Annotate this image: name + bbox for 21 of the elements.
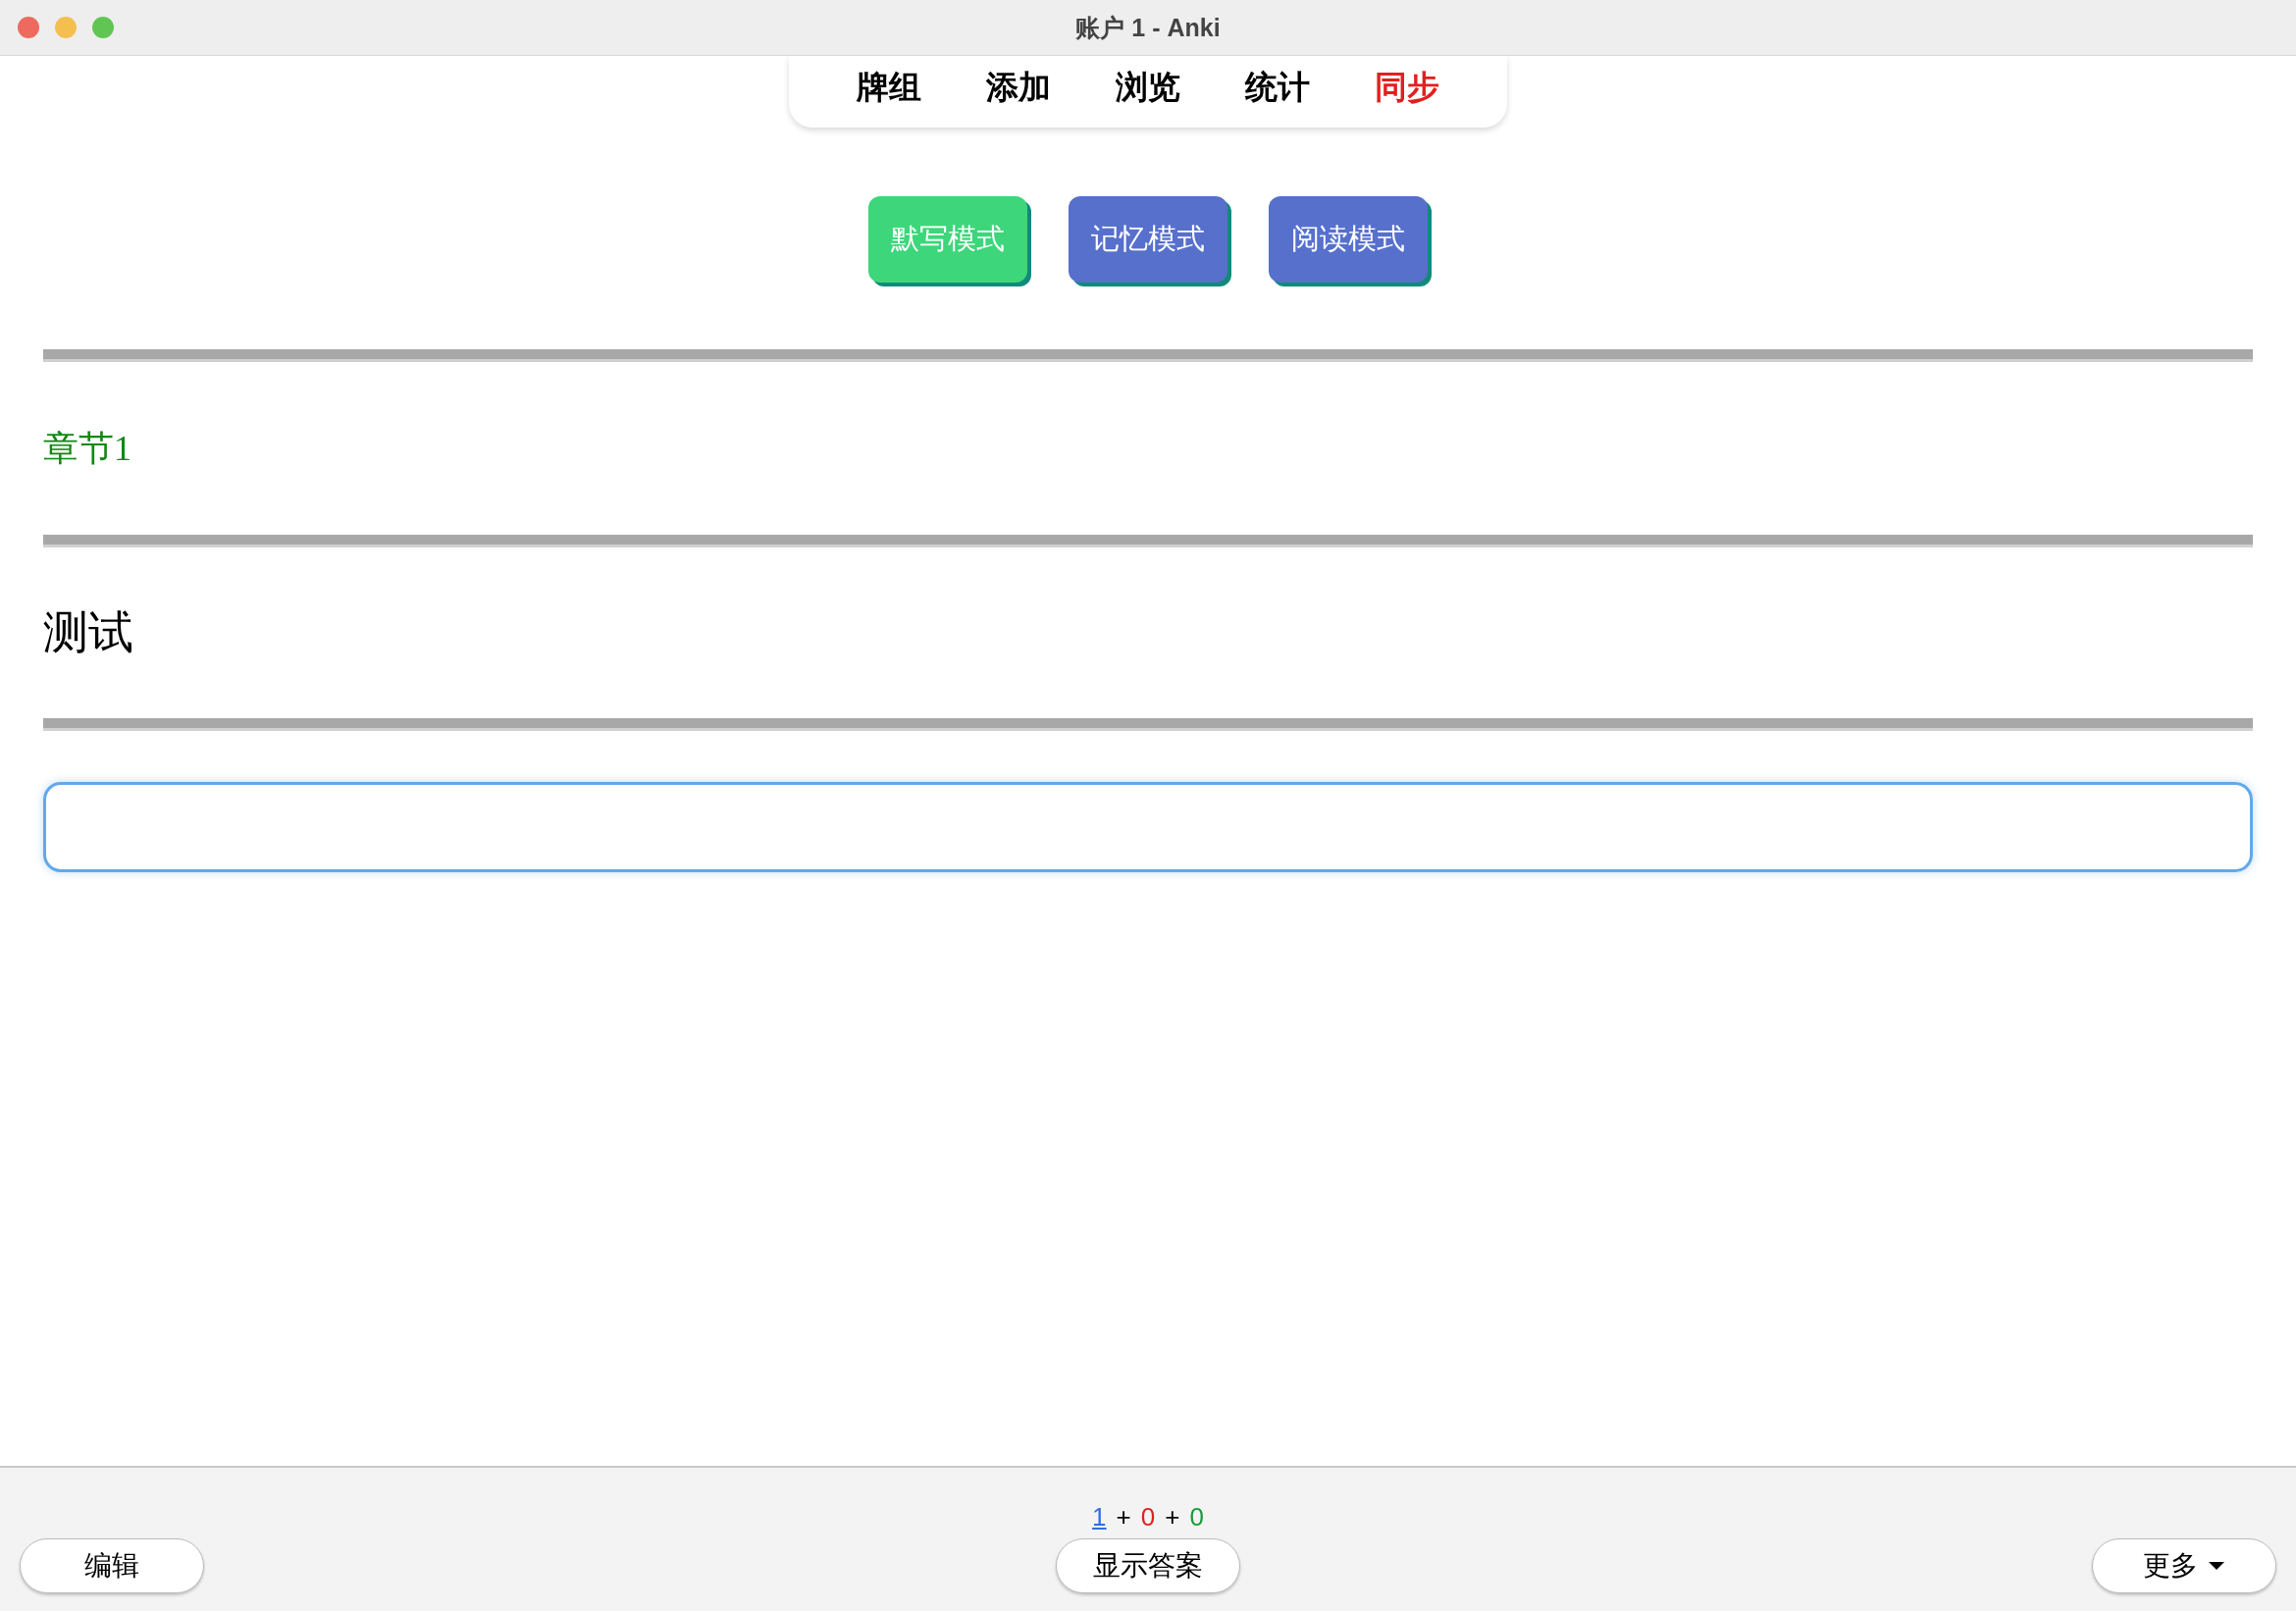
nav-link[interactable]: 统计 [1213,62,1342,114]
nav-link[interactable]: 浏览 [1083,62,1213,114]
card-count: 1 [1092,1502,1107,1533]
nav-link[interactable]: 同步 [1342,62,1472,114]
minimize-icon[interactable] [55,17,77,38]
chapter-label: 章节1 [43,429,131,468]
nav-link[interactable]: 添加 [954,62,1083,114]
question-text: 测试 [43,607,133,657]
answer-field[interactable] [43,782,2253,872]
card-count: 0 [1140,1502,1156,1533]
card-count: + [1116,1502,1131,1533]
window-title: 账户 1 - Anki [1075,13,1221,41]
card-count: 0 [1189,1502,1204,1533]
edit-button[interactable]: 编辑 [20,1538,204,1593]
caret-icon [2208,1561,2225,1571]
close-icon[interactable] [18,17,39,38]
card-count: + [1165,1502,1180,1533]
nav-link[interactable]: 牌组 [824,62,954,114]
show-answer-button[interactable]: 显示答案 [1056,1538,1240,1593]
maximize-icon[interactable] [92,17,114,38]
more-button[interactable]: 更多 [2092,1538,2276,1593]
